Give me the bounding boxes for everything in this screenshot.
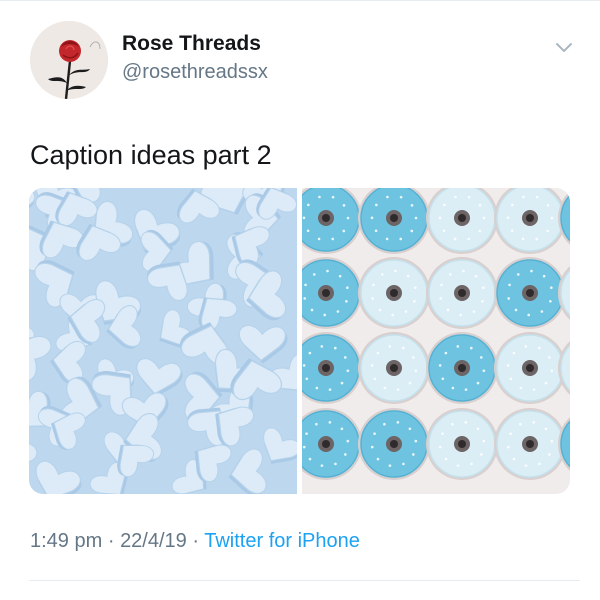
username-handle[interactable]: @rosethreadssx (122, 61, 268, 84)
bottom-divider (29, 580, 580, 581)
tweet-source-link[interactable]: Twitter for iPhone (204, 530, 360, 552)
media-gallery[interactable] (29, 188, 570, 494)
rose-avatar-icon (30, 21, 108, 99)
tweet-text: Caption ideas part 2 (30, 140, 272, 170)
tweet-meta: 1:49 pm · 22/4/19 · Twitter for iPhone (30, 530, 360, 553)
blue-donuts-image[interactable] (302, 188, 570, 494)
avatar[interactable] (30, 21, 108, 99)
heart-candies-image[interactable] (29, 188, 297, 494)
top-divider (0, 0, 600, 1)
chevron-down-icon[interactable] (553, 36, 575, 58)
tweet-date[interactable]: 22/4/19 (120, 530, 187, 552)
display-name[interactable]: Rose Threads (122, 32, 261, 56)
tweet-time[interactable]: 1:49 pm (30, 530, 102, 552)
meta-separator: · (107, 530, 115, 552)
meta-separator: · (192, 530, 200, 552)
